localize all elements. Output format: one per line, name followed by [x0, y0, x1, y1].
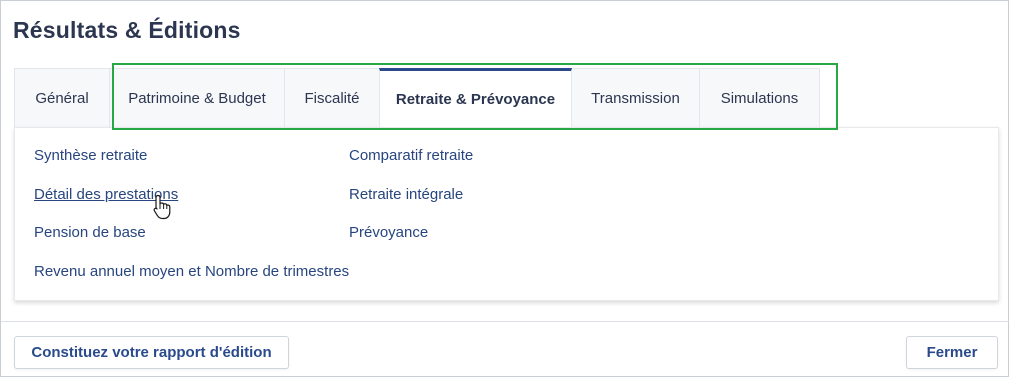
link-synthese-retraite[interactable]: Synthèse retraite: [34, 147, 147, 164]
constituez-rapport-button[interactable]: Constituez votre rapport d'édition: [14, 336, 289, 369]
hand-pointer-icon: [153, 194, 171, 220]
tab-transmission[interactable]: Transmission: [571, 68, 700, 127]
fermer-button[interactable]: Fermer: [906, 336, 998, 369]
link-prevoyance[interactable]: Prévoyance: [349, 224, 428, 241]
dialog-window: Résultats & Éditions Général Patrimoine …: [0, 0, 1009, 377]
link-pension-base[interactable]: Pension de base: [34, 224, 146, 241]
tab-general[interactable]: Général: [14, 68, 110, 127]
link-retraite-integrale[interactable]: Retraite intégrale: [349, 186, 463, 203]
tab-patrimoine-budget[interactable]: Patrimoine & Budget: [109, 68, 285, 127]
link-revenu-annuel-moyen[interactable]: Revenu annuel moyen et Nombre de trimest…: [34, 263, 349, 280]
page-title: Résultats & Éditions: [13, 17, 241, 43]
footer-divider: [1, 321, 1009, 322]
tab-simulations[interactable]: Simulations: [699, 68, 820, 127]
tab-fiscalite[interactable]: Fiscalité: [284, 68, 380, 127]
tab-retraite-prevoyance[interactable]: Retraite & Prévoyance: [379, 68, 572, 127]
link-comparatif-retraite[interactable]: Comparatif retraite: [349, 147, 473, 164]
tab-bar: Général Patrimoine & Budget Fiscalité Re…: [14, 68, 820, 127]
